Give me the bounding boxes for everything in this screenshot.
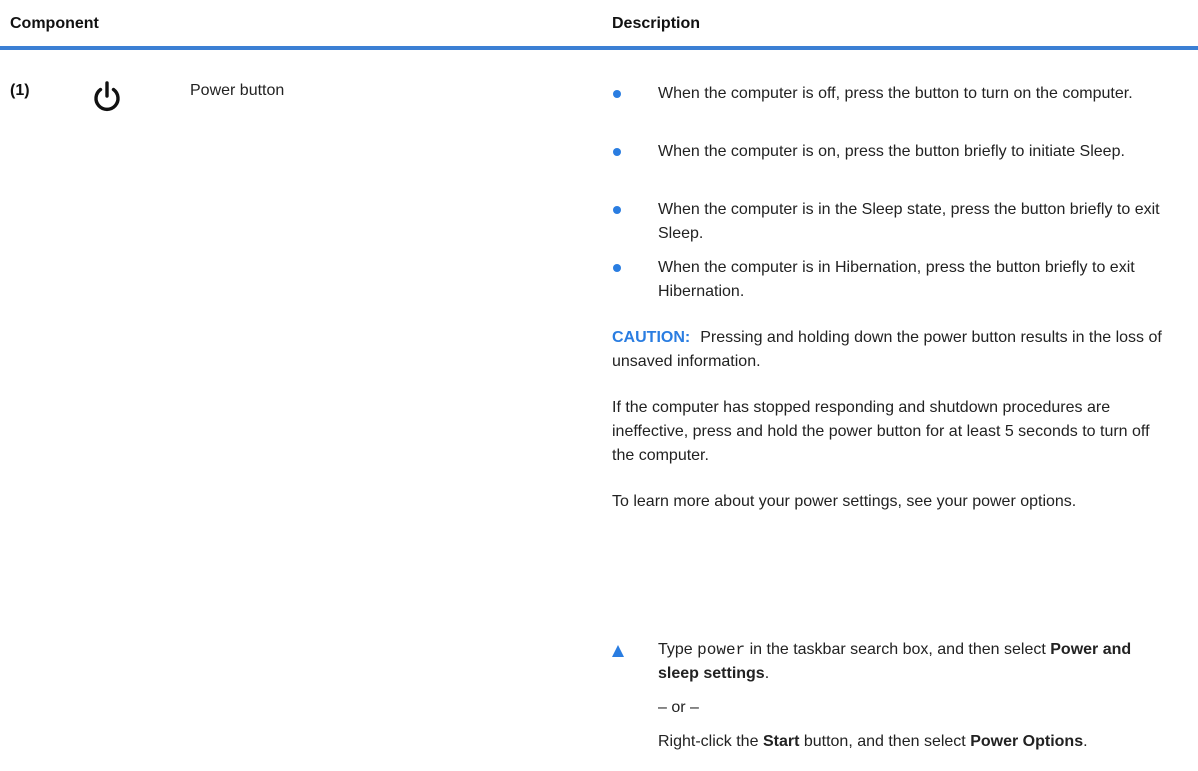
step-after-code: in the taskbar search box, and then sele… — [749, 641, 1046, 658]
caution-text: Pressing and holding down the power butt… — [612, 329, 1162, 370]
caution-label: CAUTION: — [612, 329, 691, 346]
step-period: . — [764, 665, 770, 682]
bullet-text: When the computer is in Hibernation, pre… — [658, 259, 1135, 300]
step-instruction: Type power in the taskbar search box, an… — [658, 638, 1172, 686]
step-triangle-icon — [612, 645, 624, 657]
description-column-header: Description — [612, 15, 701, 32]
bullet-text: When the computer is on, press the butto… — [658, 143, 1125, 160]
header-rule — [0, 46, 1198, 50]
power-options-label: Power Options — [970, 733, 1084, 750]
alt-then-select: button, and then select — [803, 733, 966, 750]
bullet-icon — [613, 264, 621, 272]
table-header: Component Description — [0, 0, 1198, 48]
bullet-icon — [613, 148, 621, 156]
caution-note: CAUTION: Pressing and holding down the po… — [612, 326, 1172, 374]
component-name: Power button — [190, 82, 285, 99]
unresponsive-paragraph: If the computer has stopped responding a… — [612, 399, 1150, 464]
alt-right-click: Right-click the — [658, 733, 759, 750]
step-type-word: Type — [658, 641, 693, 658]
bullet-text: When the computer is off, press the butt… — [658, 85, 1133, 102]
start-label: Start — [762, 733, 800, 750]
alt-period: . — [1083, 733, 1088, 750]
component-column-header: Component — [10, 15, 99, 32]
bullet-text: When the computer is in the Sleep state,… — [658, 201, 1160, 242]
or-separator: – or – — [658, 699, 699, 716]
bullet-icon — [613, 206, 621, 214]
search-term-code: power — [697, 641, 746, 659]
item-number: (1) — [10, 82, 30, 99]
power-icon — [94, 81, 120, 112]
bullet-icon — [613, 90, 621, 98]
learn-more-paragraph: To learn more about your power settings,… — [612, 493, 1077, 510]
alt-step-instruction: Right-click the Start button, and then s… — [658, 730, 1172, 754]
